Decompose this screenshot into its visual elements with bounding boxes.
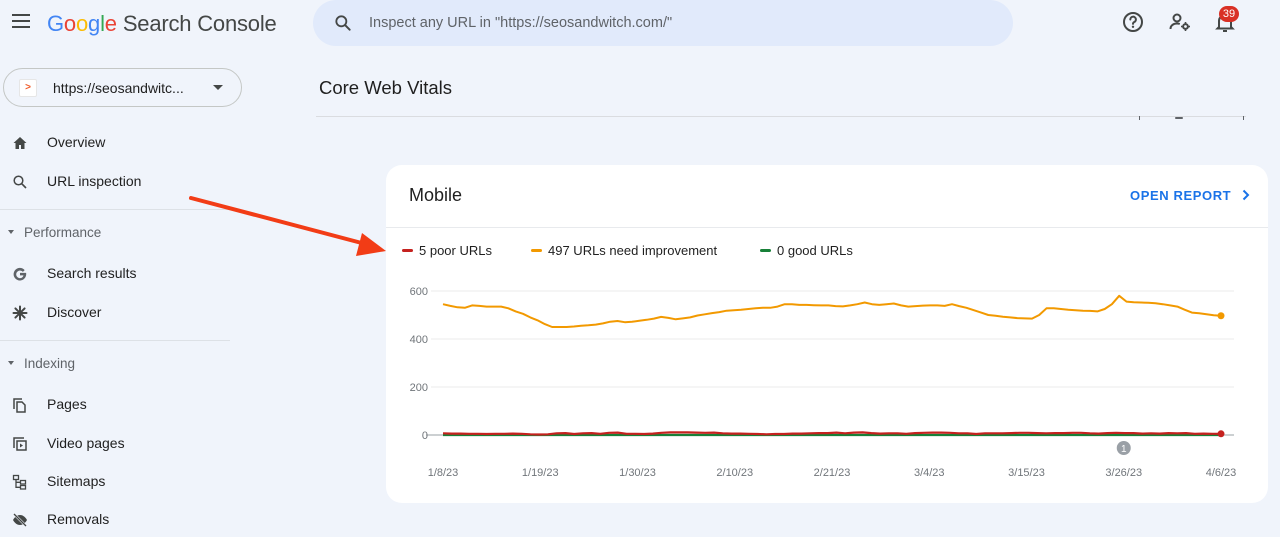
logo-letter: G bbox=[47, 11, 64, 36]
google-g-icon bbox=[13, 267, 27, 281]
title-divider bbox=[316, 116, 1246, 117]
annotation-marker-label: 1 bbox=[1121, 444, 1127, 455]
video-pages-icon bbox=[13, 437, 27, 451]
x-tick-label: 2/10/23 bbox=[716, 467, 753, 479]
main-menu-icon[interactable] bbox=[12, 14, 30, 28]
property-label: https://seosandwitc... bbox=[53, 80, 184, 96]
logo-letter: e bbox=[104, 11, 117, 36]
x-tick-label: 1/8/23 bbox=[428, 467, 459, 479]
sidebar-item-sitemaps[interactable]: Sitemaps bbox=[0, 465, 230, 499]
sidebar-item-label: URL inspection bbox=[47, 173, 142, 189]
site-favicon-icon: > bbox=[19, 79, 37, 97]
sidebar-item-label: Search results bbox=[47, 265, 137, 281]
manage-users-icon[interactable] bbox=[1168, 10, 1192, 34]
series-endpoint-urls-need-improvement bbox=[1217, 312, 1225, 320]
sidebar-item-overview[interactable]: Overview bbox=[0, 126, 230, 160]
y-tick-label: 200 bbox=[410, 382, 428, 394]
legend-label: 497 URLs need improvement bbox=[548, 243, 718, 258]
legend-swatch bbox=[760, 249, 771, 253]
sidebar-item-label: Pages bbox=[47, 396, 87, 412]
legend-swatch bbox=[531, 249, 542, 253]
collapse-triangle-icon bbox=[8, 361, 14, 365]
removals-icon bbox=[13, 513, 27, 527]
legend-need-improvement[interactable]: 497 URLs need improvement bbox=[531, 243, 717, 258]
top-bar: GoogleSearch Console 39 bbox=[0, 0, 1280, 52]
open-report-label: OPEN REPORT bbox=[1130, 188, 1232, 203]
scroll-tick-mark bbox=[1243, 116, 1244, 120]
logo-letter: o bbox=[63, 11, 76, 36]
sidebar-item-video-pages[interactable]: Video pages bbox=[0, 427, 230, 461]
chevron-down-icon bbox=[213, 85, 223, 90]
legend-label: 5 poor URLs bbox=[419, 243, 492, 258]
y-tick-label: 400 bbox=[410, 334, 428, 346]
sidebar-divider bbox=[0, 209, 230, 210]
search-icon bbox=[13, 175, 27, 189]
x-tick-label: 4/6/23 bbox=[1206, 467, 1237, 479]
sidebar-divider bbox=[0, 340, 230, 341]
logo-letter: o bbox=[75, 11, 89, 36]
legend-poor-urls[interactable]: 5 poor URLs bbox=[402, 243, 492, 258]
sidebar-section-indexing[interactable]: Indexing bbox=[0, 352, 230, 378]
section-label: Performance bbox=[24, 225, 102, 240]
scroll-tick-mark bbox=[1175, 117, 1183, 119]
y-tick-label: 0 bbox=[422, 430, 428, 442]
x-tick-label: 3/26/23 bbox=[1105, 467, 1142, 479]
sidebar-item-label: Overview bbox=[47, 134, 106, 150]
sidebar-item-removals[interactable]: Removals bbox=[0, 503, 230, 537]
sidebar-item-label: Removals bbox=[47, 511, 110, 527]
home-icon bbox=[13, 137, 27, 149]
y-tick-label: 600 bbox=[410, 286, 428, 298]
card-divider bbox=[386, 227, 1268, 228]
search-icon bbox=[335, 15, 351, 31]
legend-good-urls[interactable]: 0 good URLs bbox=[760, 243, 853, 258]
pages-icon bbox=[13, 398, 26, 413]
url-inspection-input[interactable] bbox=[369, 11, 969, 35]
x-tick-label: 1/30/23 bbox=[619, 467, 656, 479]
notification-count-badge: 39 bbox=[1219, 6, 1239, 22]
sidebar-item-label: Sitemaps bbox=[47, 473, 106, 489]
help-icon[interactable] bbox=[1121, 10, 1145, 34]
chevron-right-icon bbox=[1243, 189, 1250, 201]
logo-letter: g bbox=[88, 11, 101, 36]
x-tick-label: 3/15/23 bbox=[1008, 467, 1045, 479]
section-label: Indexing bbox=[24, 356, 76, 371]
sidebar-item-url-inspection[interactable]: URL inspection bbox=[0, 165, 230, 199]
series-endpoint-poor-urls bbox=[1217, 430, 1225, 438]
property-selector[interactable]: > https://seosandwitc... bbox=[3, 68, 242, 107]
series-line-urls-need-improvement bbox=[442, 294, 1222, 328]
search-console-logo[interactable]: Google Search Console bbox=[47, 11, 277, 37]
collapse-triangle-icon bbox=[8, 230, 14, 234]
x-tick-label: 1/19/23 bbox=[522, 467, 559, 479]
open-report-button[interactable]: OPEN REPORT bbox=[1130, 188, 1251, 203]
x-tick-label: 2/21/23 bbox=[814, 467, 851, 479]
page-title: Core Web Vitals bbox=[319, 77, 452, 98]
sitemap-icon bbox=[12, 474, 27, 490]
product-name: Search Console bbox=[122, 11, 277, 36]
sidebar-item-pages[interactable]: Pages bbox=[0, 388, 230, 422]
x-tick-label: 3/4/23 bbox=[914, 467, 945, 479]
core-web-vitals-chart: 0 200 400 600 1/8/23 1/19/23 1/30/23 2/10/23 2/2… bbox=[410, 286, 1237, 479]
legend-swatch bbox=[402, 249, 413, 253]
card-title: Mobile bbox=[409, 185, 463, 205]
url-inspection-search[interactable] bbox=[313, 0, 1013, 46]
scroll-tick-mark bbox=[1139, 116, 1140, 120]
sidebar-section-performance[interactable]: Performance bbox=[0, 221, 230, 247]
sidebar-item-label: Discover bbox=[47, 304, 102, 320]
legend-label: 0 good URLs bbox=[777, 243, 853, 258]
sidebar-item-search-results[interactable]: Search results bbox=[0, 257, 230, 291]
asterisk-icon bbox=[12, 305, 28, 321]
sidebar-item-label: Video pages bbox=[47, 435, 125, 451]
sidebar-item-discover[interactable]: Discover bbox=[0, 296, 230, 330]
